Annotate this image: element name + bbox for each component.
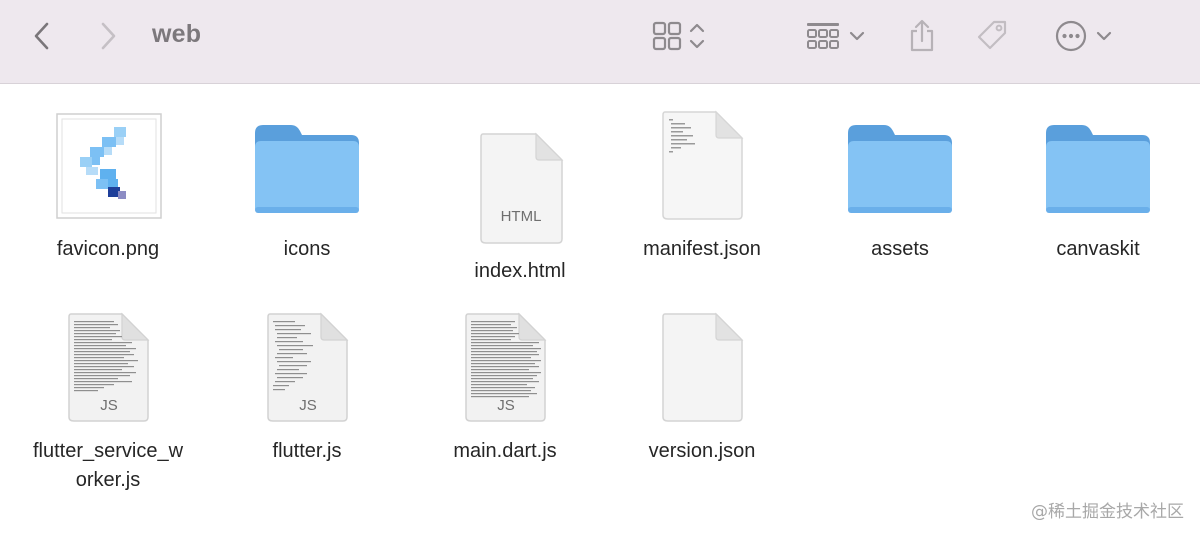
- group-by-icon: [805, 20, 841, 52]
- folder-icon: [207, 105, 407, 225]
- js-badge: JS: [497, 397, 515, 414]
- finder-toolbar: web: [0, 0, 1200, 84]
- file-name: icons: [283, 238, 331, 260]
- file-grid: favicon.png icons HTML index.html manife…: [0, 85, 1200, 536]
- file-item[interactable]: JS main.dart.js: [405, 307, 605, 467]
- window-title: web: [152, 20, 202, 48]
- file-name: manifest.json: [643, 238, 761, 260]
- folder-item[interactable]: assets: [800, 105, 1000, 265]
- chevron-left-icon: [32, 21, 52, 51]
- back-button[interactable]: [24, 0, 60, 72]
- file-item[interactable]: HTML index.html: [420, 105, 620, 285]
- chevron-down-icon: [1096, 30, 1112, 42]
- folder-item[interactable]: icons: [207, 105, 407, 265]
- file-name: flutter_service_w orker.js: [8, 437, 208, 495]
- more-actions-button[interactable]: [1048, 0, 1118, 72]
- js-badge: JS: [100, 397, 118, 414]
- file-name: main.dart.js: [453, 440, 557, 462]
- file-name: favicon.png: [56, 238, 160, 260]
- file-item[interactable]: JS flutter.js: [207, 307, 407, 467]
- file-item[interactable]: manifest.json: [602, 105, 802, 265]
- watermark: @稀土掘金技术社区: [1031, 502, 1184, 522]
- file-item[interactable]: version.json: [602, 307, 802, 467]
- grid-view-icon: [651, 20, 683, 52]
- up-down-chevron-icon: [689, 21, 705, 51]
- file-name-line-2: orker.js: [75, 469, 141, 491]
- folder-icon: [800, 105, 1000, 225]
- html-document-icon: HTML: [420, 105, 620, 245]
- group-by-button[interactable]: [800, 0, 870, 72]
- chevron-right-icon: [98, 21, 118, 51]
- text-document-icon: [602, 105, 802, 225]
- share-icon: [907, 19, 937, 53]
- file-name: flutter.js: [272, 440, 342, 462]
- view-mode-button[interactable]: [640, 0, 716, 72]
- share-button[interactable]: [900, 0, 944, 72]
- image-thumbnail: [8, 105, 208, 225]
- file-name: version.json: [648, 440, 756, 462]
- file-item[interactable]: favicon.png: [8, 105, 208, 265]
- folder-item[interactable]: canvaskit: [998, 105, 1198, 265]
- file-name: assets: [871, 238, 929, 260]
- file-name: index.html: [474, 260, 566, 282]
- file-item[interactable]: JS flutter_service_w orker.js: [8, 307, 208, 507]
- tag-button[interactable]: [970, 0, 1014, 72]
- file-name-line-1: flutter_service_w: [32, 440, 184, 462]
- html-badge: HTML: [501, 208, 542, 225]
- javascript-file-icon: JS: [207, 307, 407, 427]
- folder-icon: [998, 105, 1198, 225]
- javascript-file-icon: JS: [405, 307, 605, 427]
- chevron-down-icon: [849, 30, 865, 42]
- tag-icon: [974, 18, 1010, 54]
- document-icon: [602, 307, 802, 427]
- js-badge: JS: [299, 397, 317, 414]
- javascript-file-icon: JS: [8, 307, 208, 427]
- file-name: canvaskit: [1056, 238, 1140, 260]
- forward-button[interactable]: [90, 0, 126, 72]
- ellipsis-circle-icon: [1054, 19, 1088, 53]
